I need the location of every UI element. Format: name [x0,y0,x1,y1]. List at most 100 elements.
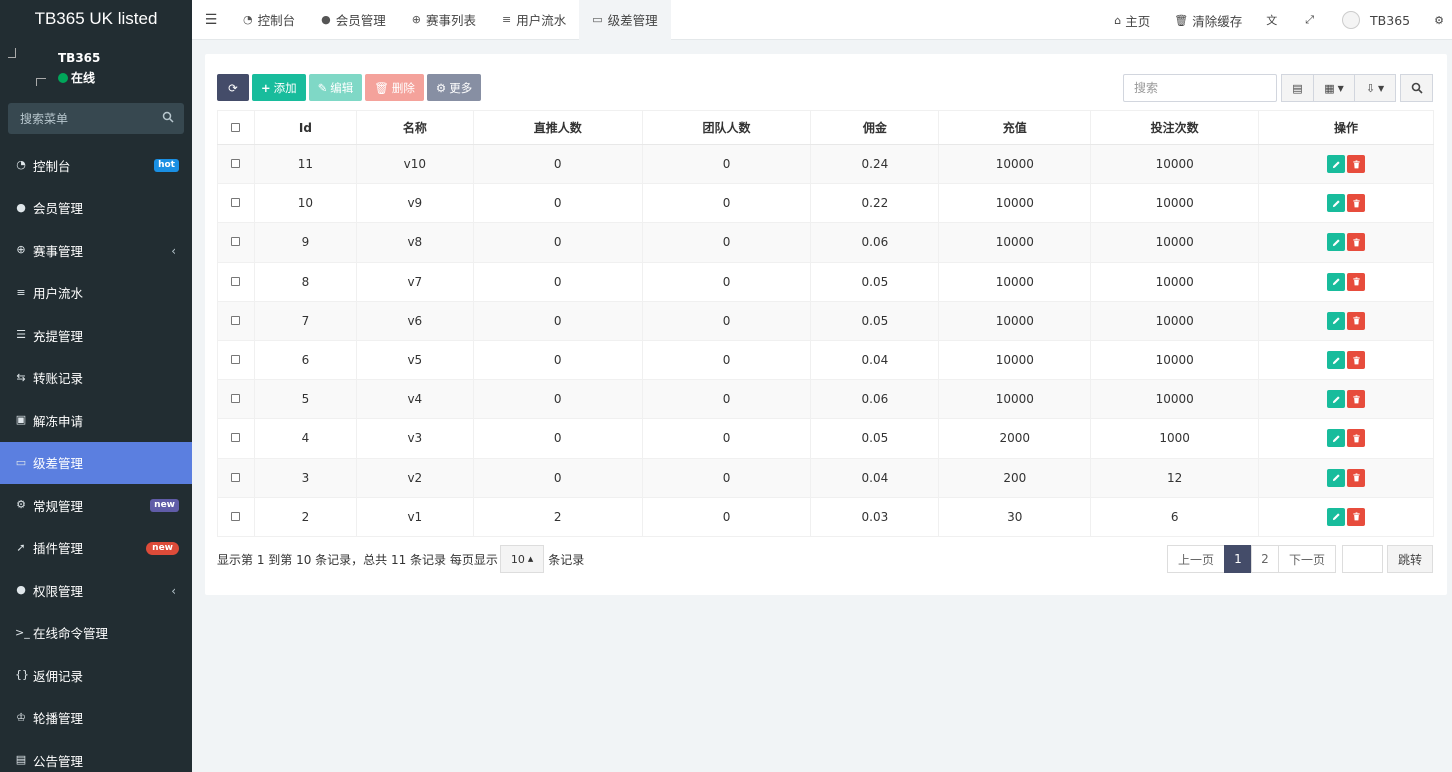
page-button[interactable]: 2 [1250,545,1279,573]
sidebar-item[interactable]: ⊕ 赛事管理 ‹ [0,229,192,272]
fullscreen-button[interactable]: ⤢ [1293,13,1330,27]
select-all-checkbox[interactable] [231,122,241,132]
sidebar-item[interactable]: ◔ 控制台 hot [0,144,192,187]
table-row[interactable]: 8 v7 0 0 0.05 10000 10000 [217,261,1434,302]
row-checkbox[interactable] [231,315,241,325]
more-button[interactable]: ⚙ 更多 [426,74,482,101]
table-row[interactable]: 4 v3 0 0 0.05 2000 1000 [217,418,1434,459]
add-button[interactable]: + 添加 [252,74,306,101]
delete-row-button[interactable] [1347,429,1366,448]
nav-tab[interactable]: ▭ 级差管理 [579,0,671,40]
delete-row-button[interactable] [1347,155,1366,174]
row-checkbox[interactable] [231,433,241,443]
search-button[interactable] [1400,74,1433,102]
edit-row-button[interactable] [1327,468,1346,487]
row-checkbox[interactable] [231,472,241,482]
delete-button[interactable]: 🗑 删除 [365,74,424,101]
delete-row-button[interactable] [1347,507,1366,526]
row-checkbox[interactable] [231,511,241,521]
sidebar-item[interactable]: ⚙ 常规管理 new [0,484,192,527]
delete-row-button[interactable] [1347,390,1366,409]
refresh-button[interactable]: ⟳ [217,74,249,101]
edit-row-button[interactable] [1327,194,1346,213]
column-header[interactable]: 直推人数 [472,110,643,145]
row-checkbox[interactable] [231,394,241,404]
sidebar-item[interactable]: ● 会员管理 [0,187,192,230]
sidebar-item[interactable]: ▣ 解冻申请 [0,399,192,442]
table-row[interactable]: 6 v5 0 0 0.04 10000 10000 [217,339,1434,381]
users-icon: ● [16,200,26,214]
sidebar-item[interactable]: ≡ 用户流水 [0,272,192,315]
toggle-view-button[interactable]: ▤ [1281,74,1314,102]
table-row[interactable]: 10 v9 0 0 0.22 10000 10000 [217,183,1434,224]
delete-row-button[interactable] [1347,194,1366,213]
sidebar-search-input[interactable] [8,103,184,134]
table-row[interactable]: 7 v6 0 0 0.05 10000 10000 [217,300,1434,341]
jump-button[interactable]: 跳转 [1386,545,1433,573]
next-page-button[interactable]: 下一页 [1277,545,1336,573]
page-size-select[interactable]: 10 ▲ [499,545,545,573]
column-header[interactable]: 充值 [938,110,1092,145]
search-icon[interactable] [162,111,174,123]
edit-button[interactable]: ✎ 编辑 [308,74,363,101]
language-button[interactable]: 文 [1254,12,1293,28]
edit-row-button[interactable] [1327,429,1346,448]
nav-tab[interactable]: ● 会员管理 [308,0,399,40]
table-cell: 10000 [938,183,1092,224]
sidebar-item[interactable]: {} 返佣记录 [0,654,192,697]
column-header[interactable]: 团队人数 [641,110,812,145]
menu-badge: new [150,499,179,512]
clear-cache-button[interactable]: 🗑 清除缓存 [1162,11,1254,30]
sidebar-item[interactable]: ⇆ 转账记录 [0,357,192,400]
edit-row-button[interactable] [1327,233,1346,252]
delete-row-button[interactable] [1347,351,1366,370]
sidebar-item[interactable]: ● 权限管理 ‹ [0,569,192,612]
table-row[interactable]: 9 v8 0 0 0.06 10000 10000 [217,222,1434,263]
table-row[interactable]: 5 v4 0 0 0.06 10000 10000 [217,379,1434,420]
edit-row-button[interactable] [1327,390,1346,409]
delete-row-button[interactable] [1347,272,1366,291]
sidebar-item[interactable]: ▤ 公告管理 [0,739,192,772]
sidebar-item[interactable]: ☰ 充提管理 [0,314,192,357]
sidebar-item[interactable]: ➚ 插件管理 new [0,527,192,570]
row-checkbox[interactable] [231,355,241,365]
page-button[interactable]: 1 [1223,545,1252,573]
app-title[interactable]: TB365 UK listed [0,0,192,40]
jump-page-input[interactable] [1341,545,1383,573]
nav-tab[interactable]: ≡ 用户流水 [489,0,579,40]
menu-toggle-icon[interactable]: ☰ [192,12,230,28]
nav-tab[interactable]: ◔ 控制台 [230,0,308,40]
columns-button[interactable]: ▦ ▼ [1313,74,1355,102]
row-checkbox[interactable] [231,159,241,169]
delete-row-button[interactable] [1347,233,1366,252]
column-header[interactable]: 名称 [355,110,474,145]
edit-row-button[interactable] [1327,272,1346,291]
sidebar-item[interactable]: ▭ 级差管理 [0,441,192,484]
export-button[interactable]: ⇩ ▼ [1354,74,1396,102]
settings-button[interactable]: ⚙ [1422,14,1452,27]
table-row[interactable]: 11 v10 0 0 0.24 10000 10000 [217,143,1434,185]
row-actions [1258,143,1434,185]
row-checkbox[interactable] [231,276,241,286]
home-link[interactable]: ⌂ 主页 [1102,11,1162,30]
column-header[interactable]: Id [253,110,357,145]
column-header[interactable]: 佣金 [810,110,940,145]
table-search-input[interactable] [1123,74,1277,102]
delete-row-button[interactable] [1347,468,1366,487]
edit-row-button[interactable] [1327,155,1346,174]
table-row[interactable]: 2 v1 2 0 0.03 30 6 [217,496,1434,537]
sidebar-item[interactable]: >_ 在线命令管理 [0,612,192,655]
edit-row-button[interactable] [1327,351,1346,370]
user-menu[interactable]: TB365 [1330,11,1422,29]
column-header[interactable]: 投注次数 [1090,110,1260,145]
row-checkbox[interactable] [231,198,241,208]
table-cell: 12 [1090,457,1260,498]
sidebar-item[interactable]: ♔ 轮播管理 [0,697,192,740]
delete-row-button[interactable] [1347,311,1366,330]
edit-row-button[interactable] [1327,311,1346,330]
prev-page-button[interactable]: 上一页 [1166,545,1225,573]
nav-tab[interactable]: ⊕ 赛事列表 [399,0,489,40]
table-row[interactable]: 3 v2 0 0 0.04 200 12 [217,457,1434,498]
edit-row-button[interactable] [1327,507,1346,526]
row-checkbox[interactable] [231,237,241,247]
